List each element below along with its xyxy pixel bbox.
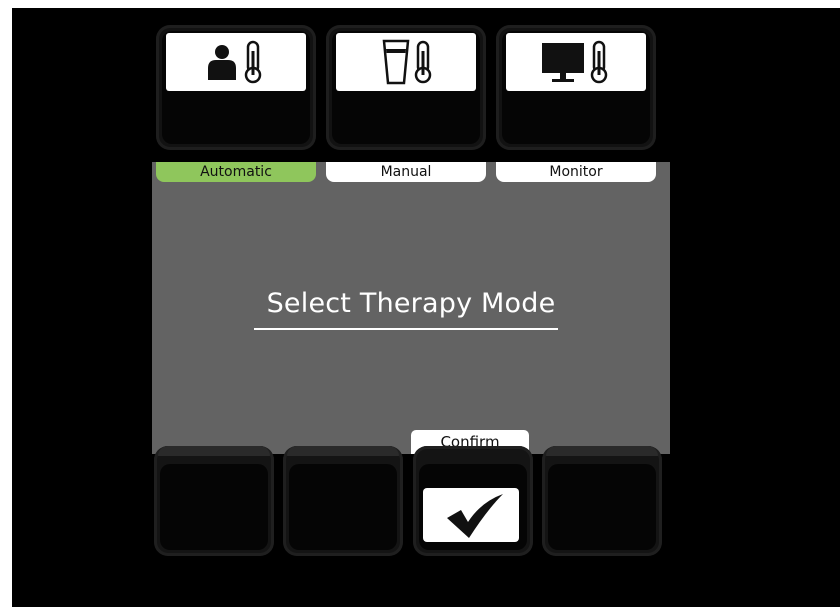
page-title: Select Therapy Mode [266, 288, 556, 319]
automatic-mode-button[interactable] [156, 25, 316, 150]
manual-mode-button[interactable] [326, 25, 486, 150]
button-face [548, 464, 656, 550]
button-face [289, 464, 397, 550]
softkey-cap [158, 446, 270, 456]
monitor-mode-label[interactable]: Monitor [496, 162, 656, 182]
softkey-4-button[interactable] [542, 446, 662, 556]
softkey-cap [546, 446, 658, 456]
button-face [160, 464, 268, 550]
title-underline [254, 328, 558, 330]
manual-mode-label[interactable]: Manual [326, 162, 486, 182]
cup-thermometer-icon [336, 33, 476, 91]
softkey-1-button[interactable] [154, 446, 274, 556]
automatic-mode-label[interactable]: Automatic [156, 162, 316, 182]
softkey-2-button[interactable] [283, 446, 403, 556]
monitor-mode-button[interactable] [496, 25, 656, 150]
confirm-button[interactable] [413, 446, 533, 556]
checkmark-icon [423, 488, 519, 542]
softkey-cap [287, 446, 399, 456]
monitor-thermometer-icon [506, 33, 646, 91]
patient-thermometer-icon [166, 33, 306, 91]
